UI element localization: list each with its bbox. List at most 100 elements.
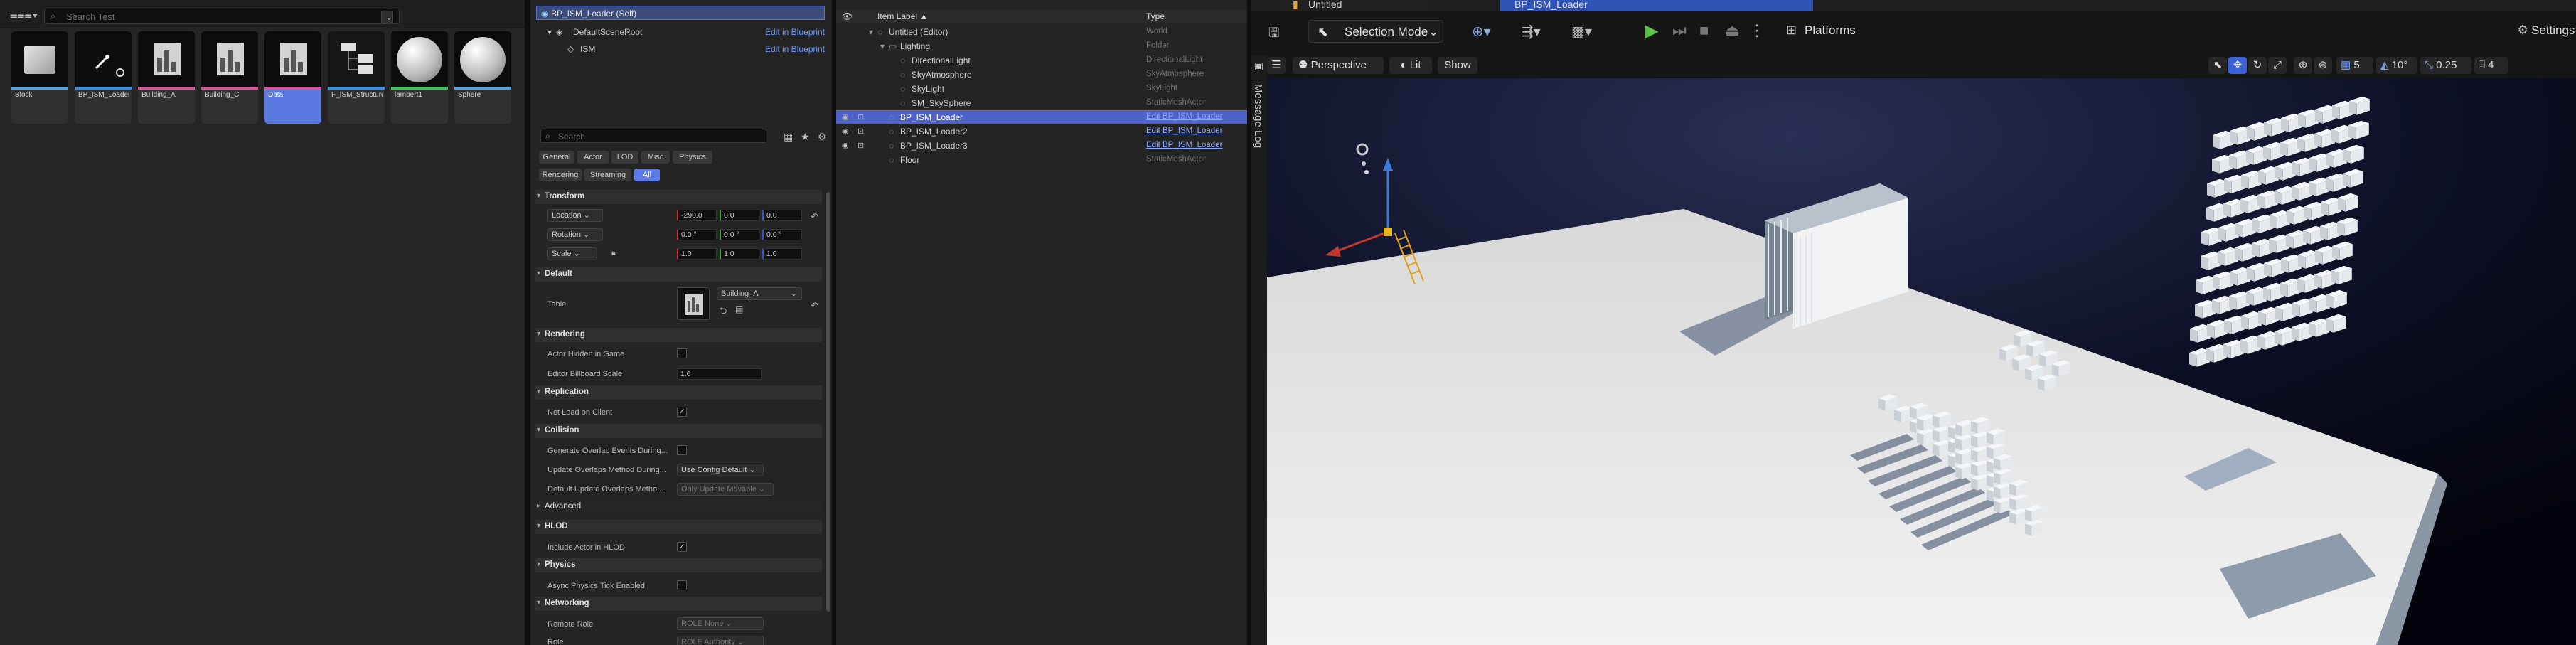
- column-type[interactable]: Type: [1146, 11, 1165, 21]
- scale-z-field[interactable]: 1.0: [762, 248, 802, 260]
- settings-menu[interactable]: Settings: [2531, 23, 2575, 38]
- location-z-field[interactable]: 0.0: [762, 210, 802, 221]
- outliner-row[interactable]: ◉ ⊡ ◌ BP_ISM_Loader3 Edit BP_ISM_Loader: [836, 139, 1247, 152]
- visibility-eye-icon[interactable]: ◉: [842, 141, 849, 150]
- content-search-input[interactable]: ⌕ Search Test ⌄: [44, 9, 400, 24]
- level-tab[interactable]: ▮ Untitled: [1280, 0, 1429, 11]
- visibility-icon[interactable]: 👁︎: [842, 11, 853, 21]
- filter-tab-actor[interactable]: Actor: [577, 151, 609, 164]
- actor-title-row[interactable]: ◉ BP_ISM_Loader (Self): [536, 6, 825, 20]
- section-hlod[interactable]: ▾ HLOD: [535, 520, 822, 534]
- select-tool-icon[interactable]: ⬉: [2208, 57, 2227, 74]
- lock-icon[interactable]: 🔒︎: [611, 249, 616, 258]
- filter-tab-physics[interactable]: Physics: [673, 151, 712, 164]
- blueprints-icon[interactable]: ⇶▾: [1522, 23, 1541, 41]
- surface-snap-icon[interactable]: ⊛: [2314, 57, 2332, 74]
- lock-icon[interactable]: ⊡: [857, 127, 864, 136]
- tree-arrow-icon[interactable]: ▾: [869, 27, 873, 37]
- asset-tile[interactable]: Block: [11, 31, 68, 124]
- outliner-row[interactable]: ▾ ▭ Lighting Folder: [836, 39, 1247, 53]
- scale-snap-button[interactable]: ⤡ 0.25: [2420, 57, 2471, 74]
- stop-icon[interactable]: ■: [1699, 21, 1709, 40]
- rotation-z-field[interactable]: 0.0 °: [762, 229, 802, 240]
- rotation-y-field[interactable]: 0.0 °: [720, 229, 759, 240]
- scale-dropdown[interactable]: Scale ⌄: [547, 247, 597, 260]
- column-item-label[interactable]: Item Label ▲: [877, 11, 928, 21]
- eject-icon[interactable]: ⏏: [1725, 21, 1740, 40]
- viewport-menu-button[interactable]: ☰: [1267, 57, 1286, 74]
- rotation-dropdown[interactable]: Rotation ⌄: [547, 228, 603, 241]
- section-physics[interactable]: ▾ Physics: [535, 558, 822, 572]
- location-x-field[interactable]: -290.0: [677, 210, 717, 221]
- star-icon[interactable]: ★: [801, 131, 810, 143]
- add-actor-icon[interactable]: ⊕▾: [1472, 23, 1491, 41]
- lock-icon[interactable]: ⊡: [857, 112, 864, 122]
- outliner-row[interactable]: ◌ DirectionalLight DirectionalLight: [836, 53, 1247, 67]
- viewport-canvas[interactable]: ☰ ⚉ Perspective ◐ Lit Show ⬉ ✥ ↻ ⤢ ⊕ ⊛ ▦…: [1267, 57, 2576, 645]
- net-load-checkbox[interactable]: ✓: [677, 407, 687, 417]
- grid-view-icon[interactable]: ▦: [784, 131, 793, 143]
- message-log-tab[interactable]: ▣ Message Log: [1251, 55, 1267, 645]
- asset-tile[interactable]: F_ISM_Structure: [328, 31, 385, 124]
- outliner-item-type[interactable]: Edit BP_ISM_Loader: [1146, 127, 1222, 135]
- asset-tile[interactable]: Building_C: [201, 31, 258, 124]
- section-transform[interactable]: ▾ Transform: [535, 190, 822, 204]
- filter-icon[interactable]: ⩶▾: [10, 7, 38, 23]
- lock-icon[interactable]: ⊡: [857, 141, 864, 150]
- play-icon[interactable]: ▶: [1645, 21, 1658, 41]
- scale-x-field[interactable]: 1.0: [677, 248, 717, 260]
- component-default-scene-root[interactable]: DefaultSceneRoot: [573, 27, 642, 37]
- grid-snap-button[interactable]: ▦ 5: [2336, 57, 2373, 74]
- outliner-row[interactable]: ▾ ◌ Untitled (Editor) World: [836, 25, 1247, 38]
- details-search-input[interactable]: ⌕ Search: [540, 129, 766, 143]
- edit-in-blueprint-link[interactable]: Edit in Blueprint: [765, 27, 825, 37]
- save-icon[interactable]: 🖫︎: [1268, 24, 1279, 46]
- visibility-eye-icon[interactable]: ◉: [842, 112, 849, 122]
- filter-tab-misc[interactable]: Misc: [641, 151, 670, 164]
- filter-tab-rendering[interactable]: Rendering: [539, 169, 582, 181]
- include-hlod-checkbox[interactable]: ✓: [677, 542, 687, 552]
- section-rendering[interactable]: ▾ Rendering: [535, 328, 822, 342]
- section-collision[interactable]: ▾ Collision: [535, 424, 822, 438]
- table-asset-dropdown[interactable]: Building_A ⌄: [717, 287, 802, 300]
- async-physics-checkbox[interactable]: [677, 580, 687, 590]
- section-default[interactable]: ▾ Default: [535, 267, 822, 282]
- billboard-scale-field[interactable]: 1.0: [677, 368, 762, 380]
- asset-tile[interactable]: Building_A: [138, 31, 195, 124]
- section-advanced[interactable]: ▸ Advanced: [535, 500, 822, 514]
- rotation-x-field[interactable]: 0.0 °: [677, 229, 717, 240]
- rotate-tool-icon[interactable]: ↻: [2248, 57, 2267, 74]
- tree-arrow-icon[interactable]: ▾: [880, 41, 885, 51]
- cinematics-icon[interactable]: ▩▾: [1571, 23, 1592, 41]
- asset-tile[interactable]: BP_ISM_Loader: [75, 31, 132, 124]
- outliner-row[interactable]: ◌ Floor StaticMeshActor: [836, 153, 1247, 166]
- section-networking[interactable]: ▾ Networking: [535, 597, 822, 611]
- browse-folder-icon[interactable]: ▤: [735, 304, 743, 314]
- location-dropdown[interactable]: Location ⌄: [547, 209, 603, 222]
- gen-overlap-checkbox[interactable]: [677, 445, 687, 455]
- component-ism[interactable]: ISM: [580, 44, 595, 54]
- filter-tab-general[interactable]: General: [539, 151, 574, 164]
- tree-arrow-icon[interactable]: ▾: [547, 27, 552, 37]
- show-button[interactable]: Show: [1438, 57, 1477, 74]
- platforms-menu[interactable]: Platforms: [1805, 23, 1856, 38]
- blueprint-tab[interactable]: BP_ISM_Loader: [1500, 0, 1813, 11]
- scale-y-field[interactable]: 1.0: [720, 248, 759, 260]
- outliner-row[interactable]: ◌ SkyAtmosphere SkyAtmosphere: [836, 68, 1247, 81]
- outliner-item-type[interactable]: Edit BP_ISM_Loader: [1146, 141, 1222, 149]
- filter-tab-all[interactable]: All: [634, 169, 660, 181]
- simulate-icon[interactable]: ⏭: [1672, 21, 1687, 40]
- asset-tile[interactable]: lambert1: [391, 31, 448, 124]
- selection-mode-button[interactable]: ⬉ Selection Mode ⌄: [1308, 20, 1443, 43]
- translate-tool-icon[interactable]: ✥: [2228, 57, 2247, 74]
- outliner-row[interactable]: ◌ SkyLight SkyLight: [836, 82, 1247, 95]
- hidden-in-game-checkbox[interactable]: [677, 348, 687, 358]
- more-options-icon[interactable]: ⋮: [1749, 21, 1765, 40]
- camera-speed-button[interactable]: ⌸ 4: [2474, 57, 2508, 74]
- location-y-field[interactable]: 0.0: [720, 210, 759, 221]
- edit-in-blueprint-link-2[interactable]: Edit in Blueprint: [765, 44, 825, 54]
- outliner-item-type[interactable]: Edit BP_ISM_Loader: [1146, 112, 1222, 121]
- chevron-down-icon[interactable]: ⌄: [380, 11, 393, 23]
- rotation-snap-button[interactable]: ◭ 10°: [2376, 57, 2417, 74]
- outliner-row[interactable]: ◉ ⊡ ◌ BP_ISM_Loader Edit BP_ISM_Loader: [836, 110, 1247, 124]
